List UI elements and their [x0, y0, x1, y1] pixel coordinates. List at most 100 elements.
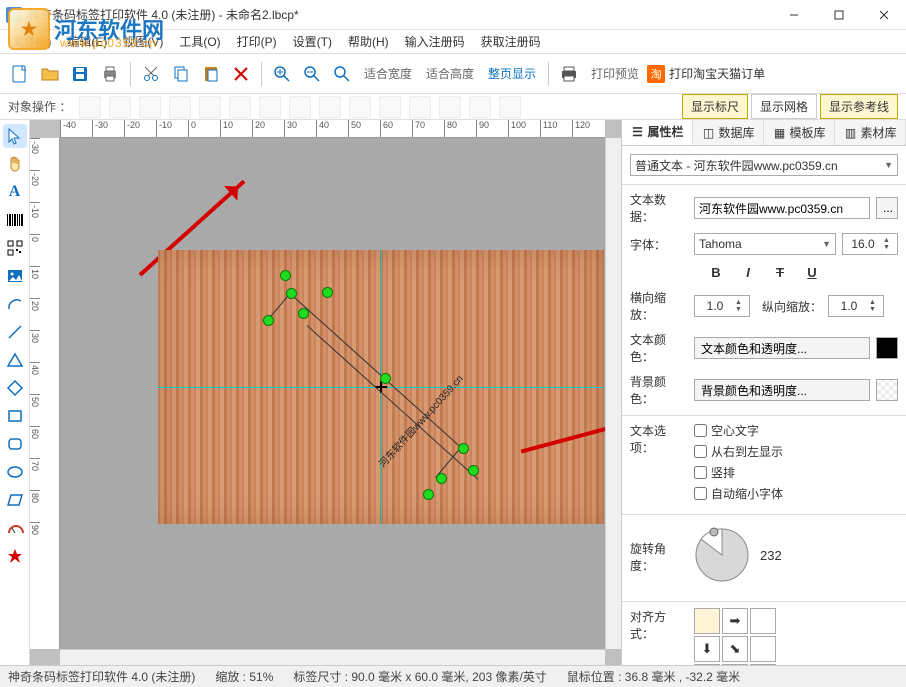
tab-templates[interactable]: ▦模板库 [764, 120, 835, 145]
align-mc[interactable]: ⬊ [722, 636, 748, 662]
align-tr[interactable] [750, 608, 776, 634]
underline-button[interactable]: U [803, 263, 821, 281]
scrollbar-vertical[interactable] [605, 138, 621, 649]
strike-button[interactable]: T [771, 263, 789, 281]
menu-settings[interactable]: 设置(T) [285, 31, 340, 52]
resize-handle-bl[interactable] [263, 315, 274, 326]
bg-color-button[interactable]: 背景颜色和透明度... [694, 379, 870, 401]
resize-handle-t[interactable] [322, 287, 333, 298]
menu-edit[interactable]: 编辑(E) [59, 31, 115, 52]
obj-btn-14[interactable] [469, 96, 491, 118]
menu-file[interactable]: 文件(F) [4, 31, 59, 52]
tool-arc[interactable] [3, 292, 27, 316]
font-size-input[interactable]: 16.0▲▼ [842, 233, 898, 255]
tool-barcode[interactable] [3, 208, 27, 232]
obj-btn-6[interactable] [229, 96, 251, 118]
open-button[interactable] [36, 60, 64, 88]
obj-btn-9[interactable] [319, 96, 341, 118]
print-preview-button[interactable]: 打印预览 [585, 61, 645, 86]
toggle-show-guides[interactable]: 显示参考线 [820, 94, 898, 119]
resize-handle-tr[interactable] [458, 443, 469, 454]
rotation-dial[interactable] [694, 527, 750, 583]
menu-view[interactable]: 视图(V) [115, 31, 171, 52]
opt-rtl[interactable]: 从右到左显示 [694, 443, 898, 460]
obj-btn-3[interactable] [139, 96, 161, 118]
tool-hand[interactable] [3, 152, 27, 176]
align-mr[interactable] [750, 636, 776, 662]
tool-ellipse[interactable] [3, 460, 27, 484]
obj-btn-1[interactable] [79, 96, 101, 118]
align-bc[interactable] [722, 664, 748, 665]
resize-handle-tl[interactable] [286, 288, 297, 299]
tool-gauge[interactable] [3, 516, 27, 540]
paste-button[interactable] [197, 60, 225, 88]
vertical-ruler[interactable]: -30-20-100102030405060708090 [30, 138, 60, 649]
full-page-button[interactable]: 整页显示 [482, 61, 542, 86]
tool-parallelogram[interactable] [3, 488, 27, 512]
text-color-button[interactable]: 文本颜色和透明度... [694, 337, 870, 359]
resize-handle-br[interactable] [436, 473, 447, 484]
menu-help[interactable]: 帮助(H) [340, 31, 397, 52]
obj-btn-8[interactable] [289, 96, 311, 118]
text-color-swatch[interactable] [876, 337, 898, 359]
horizontal-ruler[interactable]: -40-30-20-100102030405060708090100110120 [60, 120, 605, 138]
hscale-input[interactable]: 1.0▲▼ [694, 295, 750, 317]
tool-pointer[interactable] [3, 124, 27, 148]
rotation-handle[interactable] [280, 270, 291, 281]
copy-button[interactable] [167, 60, 195, 88]
tab-properties[interactable]: ☰属性栏 [622, 120, 693, 145]
tab-materials[interactable]: ▥素材库 [835, 120, 906, 145]
fit-height-button[interactable]: 适合高度 [420, 61, 480, 86]
menu-print[interactable]: 打印(P) [229, 31, 285, 52]
obj-btn-5[interactable] [199, 96, 221, 118]
opt-autoshrink[interactable]: 自动缩小字体 [694, 485, 898, 502]
obj-btn-15[interactable] [499, 96, 521, 118]
obj-btn-13[interactable] [439, 96, 461, 118]
obj-btn-11[interactable] [379, 96, 401, 118]
text-data-input[interactable] [694, 197, 870, 219]
zoom-in-button[interactable] [268, 60, 296, 88]
bg-color-swatch[interactable] [876, 379, 898, 401]
obj-btn-12[interactable] [409, 96, 431, 118]
tab-database[interactable]: ◫数据库 [693, 120, 764, 145]
resize-handle-b[interactable] [423, 489, 434, 500]
vscale-input[interactable]: 1.0▲▼ [828, 295, 884, 317]
new-button[interactable] [6, 60, 34, 88]
align-tl[interactable] [694, 608, 720, 634]
align-tc[interactable]: ➡ [722, 608, 748, 634]
close-button[interactable] [861, 0, 906, 30]
obj-btn-2[interactable] [109, 96, 131, 118]
print-taobao-button[interactable]: 淘 打印淘宝天猫订单 [647, 65, 765, 83]
tool-qrcode[interactable] [3, 236, 27, 260]
obj-btn-7[interactable] [259, 96, 281, 118]
tool-triangle[interactable] [3, 348, 27, 372]
text-data-more-button[interactable]: ... [876, 197, 898, 219]
resize-handle-r[interactable] [468, 465, 479, 476]
tool-roundrect[interactable] [3, 432, 27, 456]
obj-btn-4[interactable] [169, 96, 191, 118]
tool-image[interactable] [3, 264, 27, 288]
tool-line[interactable] [3, 320, 27, 344]
menu-tools[interactable]: 工具(O) [171, 31, 228, 52]
zoom-actual-button[interactable] [328, 60, 356, 88]
zoom-out-button[interactable] [298, 60, 326, 88]
delete-button[interactable] [227, 60, 255, 88]
cut-button[interactable] [137, 60, 165, 88]
italic-button[interactable]: I [739, 263, 757, 281]
print-button[interactable] [96, 60, 124, 88]
tool-rect[interactable] [3, 404, 27, 428]
save-button[interactable] [66, 60, 94, 88]
tool-star[interactable] [3, 544, 27, 568]
bold-button[interactable]: B [707, 263, 725, 281]
font-family-select[interactable]: Tahoma▼ [694, 233, 836, 255]
align-br[interactable] [750, 664, 776, 665]
toggle-show-ruler[interactable]: 显示标尺 [682, 94, 748, 119]
menu-get-regcode[interactable]: 获取注册码 [473, 31, 549, 52]
canvas-viewport[interactable]: 河东软件园www.pc0359.cn [60, 138, 605, 649]
obj-btn-10[interactable] [349, 96, 371, 118]
align-bl[interactable] [694, 664, 720, 665]
opt-vertical[interactable]: 竖排 [694, 464, 898, 481]
minimize-button[interactable] [771, 0, 816, 30]
tool-text[interactable]: A [3, 180, 27, 204]
resize-handle-l[interactable] [298, 308, 309, 319]
